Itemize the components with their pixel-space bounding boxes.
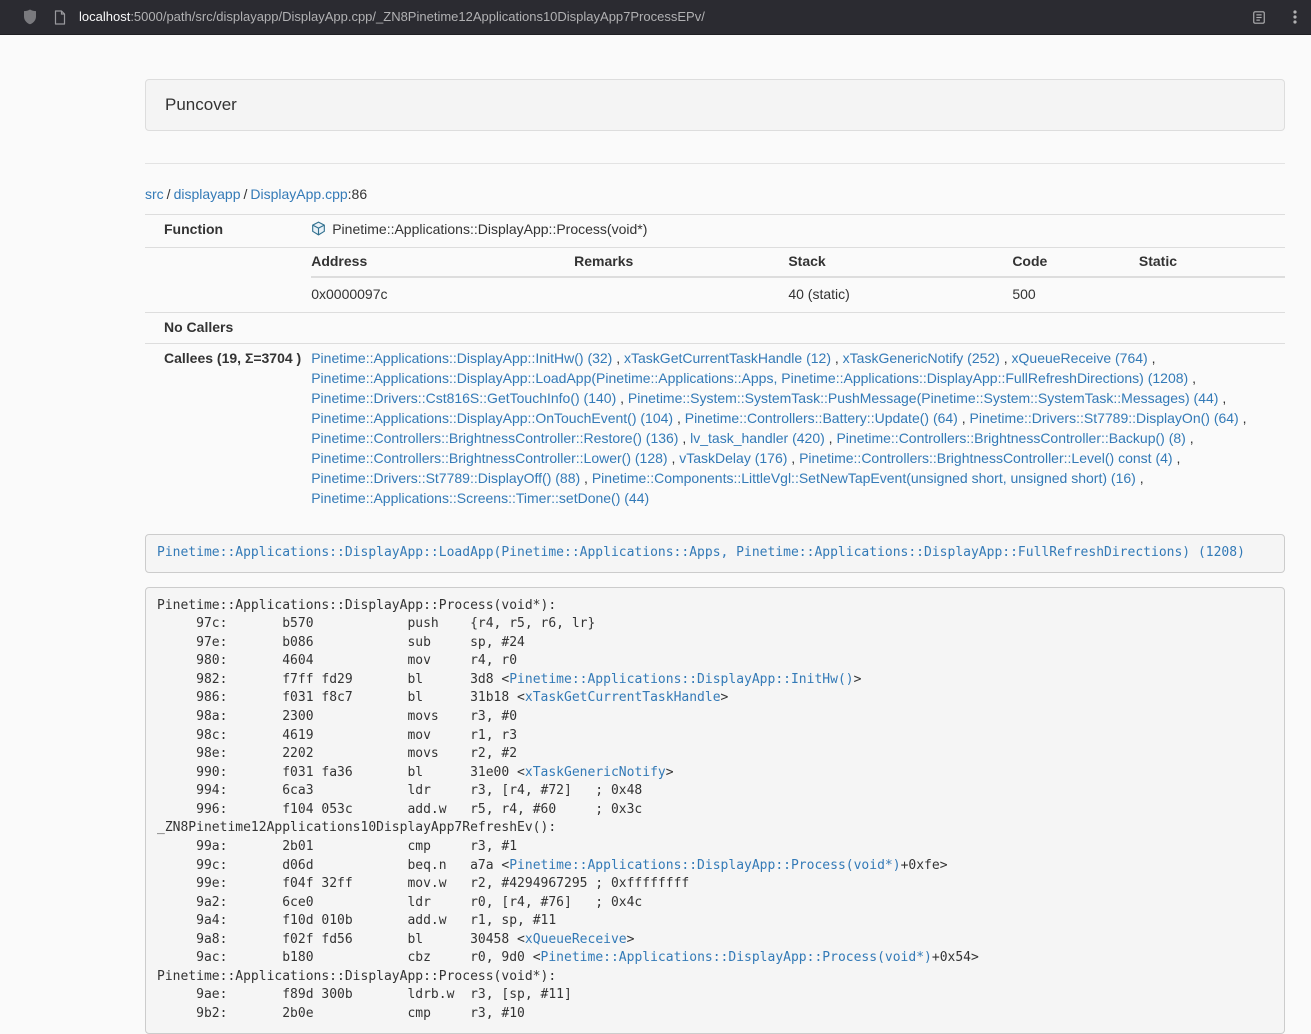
reader-mode-icon[interactable] xyxy=(1252,10,1266,25)
callee-link[interactable]: Pinetime::Applications::DisplayApp::Load… xyxy=(311,370,1188,386)
no-callers-row: No Callers xyxy=(145,313,1285,344)
callee-link[interactable]: Pinetime::Applications::Screens::Timer::… xyxy=(311,490,649,506)
callee-link[interactable]: Pinetime::System::SystemTask::PushMessag… xyxy=(628,390,1219,406)
function-row: Function Pinetime::Applications::Display… xyxy=(145,215,1285,248)
breadcrumb: src/displayapp/DisplayApp.cpp:86 xyxy=(145,185,1285,205)
callees-label: Callees (19, Σ=3704 ) xyxy=(145,344,301,514)
disasm-symbol-link[interactable]: Pinetime::Applications::DisplayApp::Proc… xyxy=(509,858,900,873)
metrics-table: Address Remarks Stack Code Static 0x0000… xyxy=(311,248,1285,312)
callee-link[interactable]: Pinetime::Controllers::BrightnessControl… xyxy=(799,450,1172,466)
callee-link[interactable]: Pinetime::Controllers::BrightnessControl… xyxy=(311,450,667,466)
column-header-static: Static xyxy=(1139,248,1285,277)
page-content: Puncover src/displayapp/DisplayApp.cpp:8… xyxy=(145,79,1285,1034)
code-value: 500 xyxy=(1012,277,1139,312)
tracking-protection-shield-icon[interactable] xyxy=(23,9,37,25)
disasm-symbol-link[interactable]: Pinetime::Applications::DisplayApp::Init… xyxy=(509,672,853,687)
function-name: Pinetime::Applications::DisplayApp::Proc… xyxy=(332,221,647,237)
breadcrumb-separator: / xyxy=(164,186,174,202)
cube-icon xyxy=(311,221,326,242)
callee-link[interactable]: Pinetime::Drivers::Cst816S::GetTouchInfo… xyxy=(311,390,616,406)
function-detail-table: Function Pinetime::Applications::Display… xyxy=(145,214,1285,514)
column-header-remarks: Remarks xyxy=(574,248,788,277)
callees-list: Pinetime::Applications::DisplayApp::Init… xyxy=(301,344,1285,514)
breadcrumb-link-displayapp[interactable]: displayapp xyxy=(174,186,241,202)
callee-link[interactable]: Pinetime::Drivers::St7789::DisplayOn() (… xyxy=(970,410,1239,426)
callee-link[interactable]: Pinetime::Controllers::Battery::Update()… xyxy=(685,410,958,426)
callee-link[interactable]: Pinetime::Drivers::St7789::DisplayOff() … xyxy=(311,470,580,486)
column-header-stack: Stack xyxy=(788,248,1012,277)
address-value: 0x0000097c xyxy=(311,277,574,312)
callee-link[interactable]: Pinetime::Controllers::BrightnessControl… xyxy=(311,430,678,446)
column-header-address: Address xyxy=(311,248,574,277)
breadcrumb-link-src[interactable]: src xyxy=(145,186,164,202)
disasm-symbol-link[interactable]: xTaskGenericNotify xyxy=(525,765,666,780)
browser-toolbar: localhost:5000/path/src/displayapp/Displ… xyxy=(0,0,1311,35)
app-header-panel: Puncover xyxy=(145,79,1285,131)
url-bar[interactable]: localhost:5000/path/src/displayapp/Displ… xyxy=(79,8,1252,27)
function-label: Function xyxy=(145,215,301,248)
callee-link[interactable]: xQueueReceive (764) xyxy=(1012,350,1148,366)
stack-value: 40 (static) xyxy=(788,277,1012,312)
divider xyxy=(145,163,1285,164)
remarks-value xyxy=(574,277,788,312)
breadcrumb-link-file[interactable]: DisplayApp.cpp xyxy=(250,186,347,202)
metrics-header-row: Address Remarks Stack Code Static xyxy=(311,248,1285,277)
url-host: localhost xyxy=(79,9,130,24)
menu-dots-icon[interactable] xyxy=(1293,9,1297,25)
static-value xyxy=(1139,277,1285,312)
callee-link[interactable]: lv_task_handler (420) xyxy=(690,430,825,446)
disassembly-block: Pinetime::Applications::DisplayApp::Proc… xyxy=(145,587,1285,1034)
callees-row: Callees (19, Σ=3704 ) Pinetime::Applicat… xyxy=(145,344,1285,514)
disasm-symbol-link[interactable]: Pinetime::Applications::DisplayApp::Proc… xyxy=(541,950,932,965)
metrics-row: Address Remarks Stack Code Static 0x0000… xyxy=(145,248,1285,313)
callee-link[interactable]: Pinetime::Applications::DisplayApp::Init… xyxy=(311,350,612,366)
callee-link[interactable]: Pinetime::Controllers::BrightnessControl… xyxy=(836,430,1185,446)
callee-link[interactable]: Pinetime::Applications::DisplayApp::OnTo… xyxy=(311,410,673,426)
breadcrumb-separator: / xyxy=(241,186,251,202)
callee-link[interactable]: xTaskGenericNotify (252) xyxy=(843,350,1000,366)
column-header-code: Code xyxy=(1012,248,1139,277)
metrics-value-row: 0x0000097c 40 (static) 500 xyxy=(311,277,1285,312)
page-info-icon[interactable] xyxy=(54,10,66,25)
caller-snippet-block: Pinetime::Applications::DisplayApp::Load… xyxy=(145,534,1285,573)
loadapp-symbol-link[interactable]: Pinetime::Applications::DisplayApp::Load… xyxy=(157,545,1245,560)
callee-link[interactable]: xTaskGetCurrentTaskHandle (12) xyxy=(624,350,831,366)
callee-link[interactable]: Pinetime::Components::LittleVgl::SetNewT… xyxy=(592,470,1136,486)
breadcrumb-line-number: :86 xyxy=(348,186,367,202)
url-path: :5000/path/src/displayapp/DisplayApp.cpp… xyxy=(130,9,705,24)
page-title: Puncover xyxy=(165,95,237,114)
no-callers-label: No Callers xyxy=(145,313,301,344)
disasm-symbol-link[interactable]: xQueueReceive xyxy=(525,932,627,947)
disasm-symbol-link[interactable]: xTaskGetCurrentTaskHandle xyxy=(525,690,721,705)
callee-link[interactable]: vTaskDelay (176) xyxy=(679,450,787,466)
